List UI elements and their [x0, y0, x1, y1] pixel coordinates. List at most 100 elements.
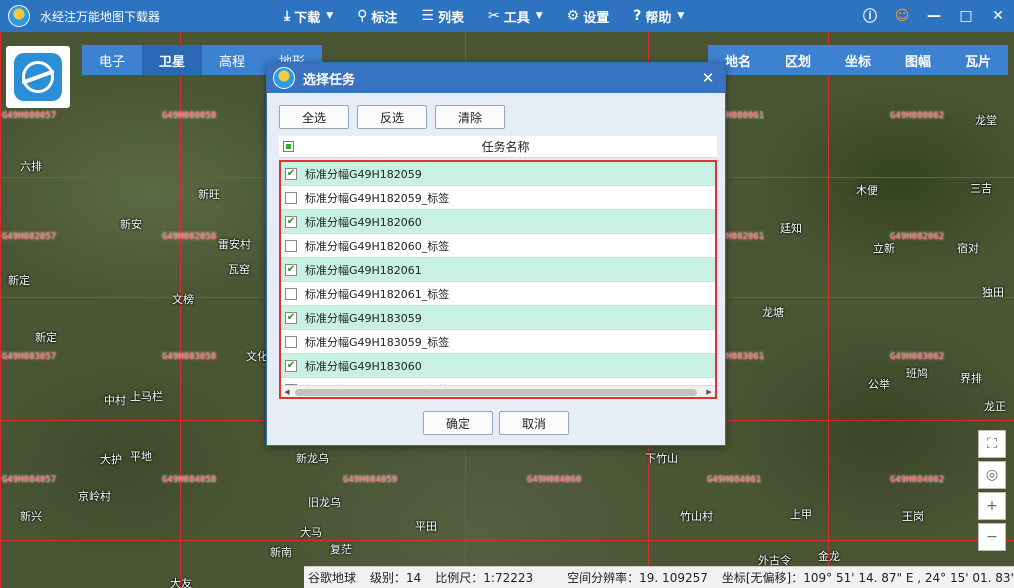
scroll-right-icon[interactable]: ▶ [703, 386, 715, 398]
tile-code-label: G49H080062 [890, 111, 945, 121]
place-label: 京岭村 [78, 490, 111, 503]
task-checkbox[interactable]: ✔ [285, 215, 297, 228]
task-checkbox[interactable] [285, 191, 297, 204]
place-label: 独田 [982, 286, 1004, 299]
place-label: 旧龙乌 [308, 496, 341, 509]
settings-icon: ⚙ [566, 8, 580, 24]
list-header: 任务名称 [279, 136, 717, 158]
place-label: 文榜 [172, 293, 194, 306]
map-tab-1[interactable]: 卫星 [142, 45, 202, 75]
menu-item-list[interactable]: ☰ 列表 [409, 0, 476, 32]
place-label: 新南 [270, 546, 292, 559]
task-checkbox[interactable] [285, 287, 297, 300]
task-name: 标准分幅G49H183059_标签 [305, 335, 450, 349]
clear-button[interactable]: 清除 [435, 105, 505, 129]
task-row[interactable]: 标准分幅G49H183059_标签 [281, 330, 715, 354]
locate-icon[interactable]: ◎ [978, 461, 1006, 489]
menu-item-download[interactable]: ⤓ 下载 ▼ [272, 0, 345, 32]
place-label: 平田 [415, 520, 437, 533]
task-row[interactable]: 标准分幅G49H182059_标签 [281, 186, 715, 210]
zoom-out-button[interactable]: − [978, 523, 1006, 551]
task-row[interactable]: ✔ 标准分幅G49H183059 [281, 306, 715, 330]
map-tab-0[interactable]: 电子 [82, 45, 142, 75]
grid-line [828, 32, 829, 588]
invert-selection-button[interactable]: 反选 [357, 105, 427, 129]
cancel-button[interactable]: 取消 [499, 411, 569, 435]
task-checkbox[interactable] [285, 239, 297, 252]
place-label: 新定 [8, 274, 30, 287]
place-label: 中村 [104, 394, 126, 407]
overlay-tab-2[interactable]: 坐标 [828, 45, 888, 75]
task-checkbox[interactable] [285, 335, 297, 348]
map-side-tools: ⛶ ◎ + − [978, 430, 1008, 554]
overlay-tab-3[interactable]: 图幅 [888, 45, 948, 75]
menu-item-help[interactable]: ? 帮助 ▼ [621, 0, 696, 32]
dialog-title-bar[interactable]: 选择任务 ✕ [267, 63, 725, 93]
task-row[interactable]: 标准分幅G49H182061_标签 [281, 282, 715, 306]
menu-item-label: 工具 [503, 10, 530, 26]
tile-code-label: G49H083058 [162, 352, 217, 362]
task-row[interactable]: 标准分幅G49H182060_标签 [281, 234, 715, 258]
status-source: 谷歌地球 [308, 571, 357, 585]
grid-line [0, 540, 1014, 541]
place-label: 大马 [300, 526, 322, 539]
place-label: 龙塘 [762, 306, 784, 319]
place-label: 雷安村 [218, 238, 251, 251]
task-checkbox[interactable]: ✔ [285, 167, 297, 180]
place-label: 新龙乌 [296, 452, 329, 465]
maximize-icon[interactable]: □ [950, 0, 982, 32]
tile-code-label: G49H084062 [890, 475, 945, 485]
select-all-checkbox[interactable] [283, 141, 294, 152]
task-checkbox[interactable]: ✔ [285, 359, 297, 372]
globe-icon [22, 61, 54, 93]
status-scale: 比例尺：1:72223 [435, 571, 534, 585]
task-name: 标准分幅G49H182060_标签 [305, 239, 450, 253]
help-icon: ? [633, 8, 642, 24]
menu-item-settings[interactable]: ⚙ 设置 [555, 0, 622, 32]
minimize-icon[interactable]: — [918, 0, 950, 32]
zoom-in-button[interactable]: + [978, 492, 1006, 520]
menu-item-label: 帮助 [645, 10, 672, 26]
tile-code-label: G49H080058 [162, 111, 217, 121]
overlay-tab-4[interactable]: 瓦片 [948, 45, 1008, 75]
task-checkbox[interactable]: ✔ [285, 311, 297, 324]
place-label: 下竹山 [645, 452, 678, 465]
menu-item-label: 设置 [583, 10, 610, 26]
horizontal-scrollbar[interactable]: ◀ ▶ [281, 385, 715, 397]
task-row[interactable]: ✔ 标准分幅G49H182060 [281, 210, 715, 234]
app-logo-icon [8, 5, 30, 27]
task-row[interactable]: ✔ 标准分幅G49H182061 [281, 258, 715, 282]
place-label: 龙正 [984, 400, 1006, 413]
place-label: 上马栏 [130, 390, 163, 403]
list-icon: ☰ [421, 8, 434, 24]
chevron-down-icon: ▼ [326, 11, 334, 21]
place-label: 新定 [35, 331, 57, 344]
task-row[interactable]: ✔ 标准分幅G49H182059 [281, 162, 715, 186]
task-name: 标准分幅G49H182059 [305, 167, 422, 181]
title-bar: 水经注万能地图下载器 ⤓ 下载 ▼ ⚲ 标注 ☰ 列表 ✂ 工具 ▼ ⚙ 设置? 帮助 ▼ ⓘ ☺ — □… [0, 0, 1014, 32]
task-name: 标准分幅G49H182059_标签 [305, 191, 450, 205]
task-row[interactable]: ✔ 标准分幅G49H183060 [281, 354, 715, 378]
select-all-button[interactable]: 全选 [279, 105, 349, 129]
menu-item-tools[interactable]: ✂ 工具 ▼ [476, 0, 555, 32]
menu-item-marker[interactable]: ⚲ 标注 [345, 0, 409, 32]
info-icon[interactable]: ⓘ [854, 0, 886, 32]
scroll-left-icon[interactable]: ◀ [281, 386, 293, 398]
scroll-thumb[interactable] [295, 388, 697, 396]
place-label: 复茫 [330, 543, 352, 556]
tile-code-label: G49H084058 [162, 475, 217, 485]
fullscreen-icon[interactable]: ⛶ [978, 430, 1006, 458]
overlay-tab-1[interactable]: 区划 [768, 45, 828, 75]
tile-code-label: G49H082062 [890, 232, 945, 242]
place-label: 文化 [246, 350, 268, 363]
status-resolution: 空间分辨率：19. 109257 [567, 571, 708, 585]
column-header-task-name: 任务名称 [481, 140, 530, 154]
ok-button[interactable]: 确定 [423, 411, 493, 435]
map-tab-2[interactable]: 高程 [202, 45, 262, 75]
task-name: 标准分幅G49H182061 [305, 263, 422, 277]
task-list: ✔ 标准分幅G49H182059 标准分幅G49H182059_标签 ✔ 标准分幅G49… [279, 160, 717, 399]
close-icon[interactable]: ✕ [982, 0, 1014, 32]
task-checkbox[interactable]: ✔ [285, 263, 297, 276]
dialog-close-icon[interactable]: ✕ [699, 69, 717, 87]
user-icon[interactable]: ☺ [886, 0, 918, 32]
